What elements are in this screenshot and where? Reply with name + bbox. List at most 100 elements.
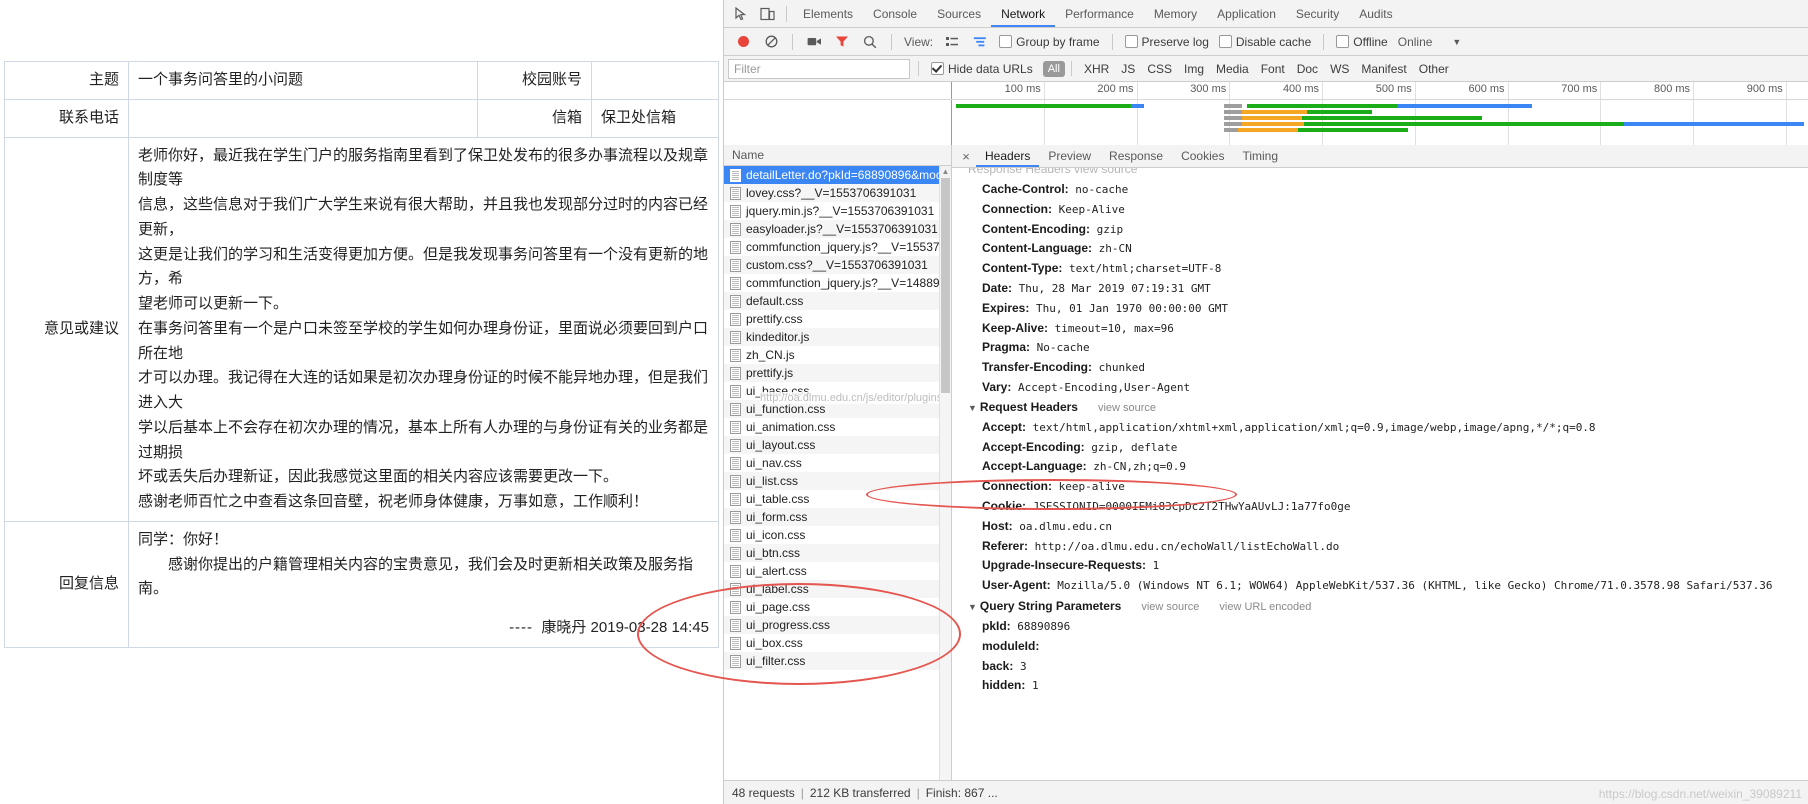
overview-icon[interactable] — [967, 31, 993, 53]
request-header-row: Cookie: JSESSIONID=0000IEMi83CpDc2T2THwY… — [966, 497, 1808, 517]
request-row[interactable]: jquery.min.js?__V=1553706391031 — [724, 202, 951, 220]
query-string-section[interactable]: ▼ Query String Parameters view source view … — [966, 597, 1808, 617]
request-row[interactable]: ui_animation.css — [724, 418, 951, 436]
request-row[interactable]: prettify.js — [724, 364, 951, 382]
request-row[interactable]: custom.css?__V=1553706391031 — [724, 256, 951, 274]
filter-type-doc[interactable]: Doc — [1297, 62, 1318, 76]
hide-data-urls-toggle[interactable]: Hide data URLs — [931, 62, 1033, 76]
request-row[interactable]: ui_filter.css — [724, 652, 951, 670]
query-view-source[interactable]: view source — [1141, 601, 1199, 613]
account-label: 校园账号 — [477, 61, 592, 100]
reply-line: 同学：你好！ — [138, 530, 229, 548]
request-headers-section[interactable]: ▼ Request Headers view source — [966, 398, 1808, 418]
request-list-scrollbar[interactable]: ▲ — [939, 166, 951, 780]
request-row[interactable]: commfunction_jquery.js?__V=1488972627. — [724, 274, 951, 292]
devtools-tab-performance[interactable]: Performance — [1055, 1, 1144, 27]
scroll-up-arrow[interactable]: ▲ — [940, 166, 951, 177]
details-tab-cookies[interactable]: Cookies — [1172, 146, 1233, 167]
header-value: keep-alive — [1052, 480, 1125, 494]
request-row[interactable]: ui_base.css — [724, 382, 951, 400]
filter-icon[interactable] — [829, 31, 855, 53]
request-row[interactable]: commfunction_jquery.js?__V=1553706391. — [724, 238, 951, 256]
request-row[interactable]: ui_label.css — [724, 580, 951, 598]
group-by-frame-toggle[interactable]: Group by frame — [999, 35, 1100, 49]
chevron-down-icon[interactable]: ▼ — [1452, 37, 1461, 47]
search-icon[interactable] — [857, 31, 883, 53]
hide-data-urls-checkbox[interactable] — [931, 62, 944, 75]
details-tab-response[interactable]: Response — [1100, 146, 1172, 167]
document-icon — [730, 366, 741, 380]
disable-cache-checkbox[interactable] — [1218, 35, 1232, 48]
request-row[interactable]: ui_table.css — [724, 490, 951, 508]
filter-input[interactable]: Filter — [728, 58, 910, 79]
request-row[interactable]: prettify.css — [724, 310, 951, 328]
filter-type-css[interactable]: CSS — [1147, 62, 1172, 76]
hide-data-urls-label: Hide data URLs — [948, 61, 1033, 76]
request-row[interactable]: ui_btn.css — [724, 544, 951, 562]
filter-type-xhr[interactable]: XHR — [1084, 62, 1109, 76]
request-row[interactable]: ui_icon.css — [724, 526, 951, 544]
request-row[interactable]: detailLetter.do?pkId=68890896&moduleId — [724, 166, 951, 184]
large-request-rows-icon[interactable] — [939, 31, 965, 53]
filter-type-ws[interactable]: WS — [1330, 62, 1349, 76]
toolbar-divider — [786, 5, 787, 22]
filter-type-manifest[interactable]: Manifest — [1361, 62, 1406, 76]
request-name: lovey.css?__V=1553706391031 — [746, 186, 917, 200]
devtools-tab-network[interactable]: Network — [991, 1, 1055, 27]
devtools-tab-memory[interactable]: Memory — [1144, 1, 1207, 27]
request-row[interactable]: zh_CN.js — [724, 346, 951, 364]
filter-type-img[interactable]: Img — [1184, 62, 1204, 76]
request-row[interactable]: ui_alert.css — [724, 562, 951, 580]
close-icon[interactable]: × — [956, 149, 976, 164]
devtools-tab-audits[interactable]: Audits — [1349, 1, 1402, 27]
request-row[interactable]: ui_nav.css — [724, 454, 951, 472]
name-column-header[interactable]: Name — [724, 145, 951, 166]
preserve-log-checkbox[interactable] — [1124, 35, 1138, 48]
offline-checkbox[interactable] — [1336, 35, 1350, 48]
request-row[interactable]: ui_layout.css — [724, 436, 951, 454]
filter-type-font[interactable]: Font — [1261, 62, 1285, 76]
disable-cache-toggle[interactable]: Disable cache — [1218, 35, 1311, 49]
request-row[interactable]: lovey.css?__V=1553706391031 — [724, 184, 951, 202]
inspect-element-icon[interactable] — [728, 3, 754, 25]
overview-tick: 400 ms — [1283, 82, 1324, 148]
request-headers-view-source[interactable]: view source — [1098, 402, 1156, 414]
request-row[interactable]: ui_form.css — [724, 508, 951, 526]
devtools-tab-elements[interactable]: Elements — [793, 1, 863, 27]
devtools-tab-console[interactable]: Console — [863, 1, 927, 27]
request-row[interactable]: ui_page.css — [724, 598, 951, 616]
request-row[interactable]: kindeditor.js — [724, 328, 951, 346]
opinion-line: 学以后基本上不会存在初次办理的情况，基本上所有人办理的与身份证有关的业务都是过期… — [138, 418, 709, 461]
overview-tick: 300 ms — [1190, 82, 1231, 148]
record-icon[interactable] — [730, 31, 756, 53]
response-header-row: Expires: Thu, 01 Jan 1970 00:00:00 GMT — [966, 299, 1808, 319]
group-by-frame-checkbox[interactable] — [999, 35, 1013, 48]
filter-type-js[interactable]: JS — [1121, 62, 1135, 76]
filter-type-all[interactable]: All — [1042, 60, 1065, 77]
opinion-paragraphs: 老师你好，最近我在学生门户的服务指南里看到了保卫处发布的很多办事流程以及规章制度… — [138, 144, 709, 515]
network-overview[interactable]: 100 ms 200 ms 300 ms 400 ms 500 ms 600 ms 700 … — [724, 82, 1808, 149]
devtools-tab-application[interactable]: Application — [1207, 1, 1286, 27]
preserve-log-toggle[interactable]: Preserve log — [1124, 35, 1209, 49]
query-view-url-encoded[interactable]: view URL encoded — [1219, 601, 1311, 613]
request-row[interactable]: ui_list.css — [724, 472, 951, 490]
request-row[interactable]: default.css — [724, 292, 951, 310]
offline-toggle[interactable]: Offline — [1336, 35, 1388, 49]
details-tab-preview[interactable]: Preview — [1039, 146, 1100, 167]
capture-screenshots-icon[interactable] — [801, 31, 827, 53]
request-row[interactable]: ui_function.css — [724, 400, 951, 418]
devtools-tab-security[interactable]: Security — [1286, 1, 1349, 27]
device-toolbar-icon[interactable] — [754, 3, 780, 25]
request-row[interactable]: ui_progress.css — [724, 616, 951, 634]
request-row[interactable]: ui_box.css — [724, 634, 951, 652]
filter-type-other[interactable]: Other — [1419, 62, 1449, 76]
filter-type-media[interactable]: Media — [1216, 62, 1249, 76]
details-tab-timing[interactable]: Timing — [1233, 146, 1287, 167]
clear-icon[interactable] — [758, 31, 784, 53]
overview-tick-label: 800 ms — [1653, 83, 1691, 95]
scrollbar-thumb[interactable] — [941, 178, 950, 393]
request-row[interactable]: easyloader.js?__V=1553706391031 — [724, 220, 951, 238]
details-tab-headers[interactable]: Headers — [976, 146, 1039, 167]
throttling-value[interactable]: Online — [1398, 35, 1433, 49]
devtools-tab-sources[interactable]: Sources — [927, 1, 991, 27]
